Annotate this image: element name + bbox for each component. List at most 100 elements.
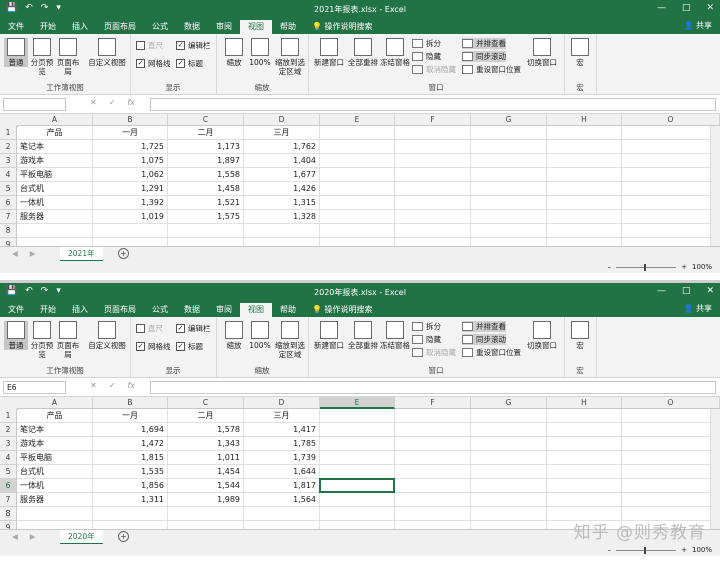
prev-sheet-icon[interactable]: ◀ [12,249,18,258]
cell[interactable] [547,451,622,465]
cell[interactable] [320,154,395,168]
cell[interactable]: 1,392 [93,196,168,210]
cell[interactable]: 1,815 [93,451,168,465]
row-header[interactable]: 9 [0,521,17,529]
tab-1[interactable]: 开始 [32,20,64,34]
column-header[interactable]: A [17,114,93,126]
hide-button[interactable]: 隐藏 [412,334,441,345]
cell[interactable]: 1,472 [93,437,168,451]
share-button[interactable]: 👤 共享 [683,20,712,31]
cell[interactable]: 1,343 [168,437,244,451]
tab-3[interactable]: 页面布局 [96,20,144,34]
column-header[interactable]: O [622,114,720,126]
cell[interactable] [395,224,471,238]
cell[interactable]: 1,558 [168,168,244,182]
cell[interactable] [395,196,471,210]
side-by-side-button[interactable]: 并排查看 [462,38,506,49]
zoom-level[interactable]: 100% [692,263,712,271]
cell[interactable]: 1,417 [244,423,320,437]
spreadsheet-grid[interactable]: A B C D E F G H O 1 产品 一月 二月 三月 2 笔记本 1,694 1,578 1,417 3 游戏… [0,397,720,529]
cell[interactable] [395,479,471,493]
cell[interactable]: 1,454 [168,465,244,479]
cell[interactable]: 一月 [93,126,168,140]
cell[interactable] [320,224,395,238]
cell[interactable] [320,451,395,465]
row-header[interactable]: 5 [0,465,17,479]
tab-0[interactable]: 文件 [0,303,32,317]
cell[interactable]: 1,739 [244,451,320,465]
cell[interactable] [395,521,471,529]
column-header[interactable]: H [547,114,622,126]
cancel-icon[interactable]: ✕ [90,381,97,390]
cell[interactable]: 1,311 [93,493,168,507]
cell[interactable]: 1,291 [93,182,168,196]
close-icon[interactable]: ✕ [706,3,714,13]
column-header[interactable]: F [395,114,471,126]
cell[interactable]: 1,075 [93,154,168,168]
freeze-panes-button[interactable]: 冻结窗格 [380,321,410,350]
column-header[interactable]: A [17,397,93,409]
cell[interactable] [622,409,720,423]
switch-window-button[interactable]: 切换窗口 [524,321,560,350]
cell[interactable] [622,224,720,238]
cell[interactable] [547,154,622,168]
view-button-0[interactable]: 普通 [4,321,28,350]
cell[interactable] [547,182,622,196]
cell[interactable] [320,507,395,521]
cell[interactable] [547,238,622,246]
cell[interactable]: 1,785 [244,437,320,451]
cell[interactable] [320,493,395,507]
view-button-1[interactable]: 分页预览 [30,38,54,76]
side-by-side-button[interactable]: 并排查看 [462,321,506,332]
cell[interactable]: 1,458 [168,182,244,196]
cell[interactable]: 1,315 [244,196,320,210]
column-header[interactable]: C [168,114,244,126]
cell[interactable]: 1,762 [244,140,320,154]
row-header[interactable]: 6 [0,479,17,493]
minimize-icon[interactable]: — [657,3,666,13]
column-header[interactable]: G [471,397,547,409]
row-header[interactable]: 3 [0,154,17,168]
cell[interactable]: 三月 [244,409,320,423]
headings-checkbox[interactable]: ✓ 标题 [176,341,203,352]
add-sheet-icon[interactable]: + [118,531,129,542]
cell[interactable] [320,423,395,437]
tab-7[interactable]: 视图 [240,303,272,317]
row-header[interactable]: 7 [0,493,17,507]
sheet-tab[interactable]: 2021年 [60,247,103,262]
zoom-out-icon[interactable]: – [608,546,612,554]
cell[interactable] [395,437,471,451]
cell[interactable]: 台式机 [17,182,93,196]
cell[interactable] [395,182,471,196]
cell[interactable] [622,479,720,493]
cell[interactable] [395,409,471,423]
cell[interactable] [471,507,547,521]
zoom-slider[interactable] [616,546,677,554]
cell[interactable]: 1,426 [244,182,320,196]
maximize-icon[interactable]: □ [682,286,691,296]
row-header[interactable]: 8 [0,224,17,238]
gridlines-checkbox[interactable]: ✓ 网格线 [136,341,171,352]
cell[interactable]: 一体机 [17,479,93,493]
cell[interactable] [547,493,622,507]
tab-2[interactable]: 插入 [64,303,96,317]
cell[interactable]: 一体机 [17,196,93,210]
cell[interactable] [168,507,244,521]
cell[interactable]: 二月 [168,409,244,423]
cell[interactable]: 台式机 [17,465,93,479]
row-header[interactable]: 3 [0,437,17,451]
cell[interactable] [547,224,622,238]
cell[interactable] [471,168,547,182]
cell[interactable] [547,196,622,210]
next-sheet-icon[interactable]: ▶ [30,532,36,541]
cell[interactable] [471,154,547,168]
tab-8[interactable]: 帮助 [272,20,304,34]
cell[interactable] [547,437,622,451]
cell[interactable]: 1,535 [93,465,168,479]
unhide-button[interactable]: 取消隐藏 [412,64,456,75]
cell[interactable] [471,238,547,246]
cell[interactable] [395,423,471,437]
column-header[interactable]: E [320,114,395,126]
row-header[interactable]: 1 [0,409,17,423]
next-sheet-icon[interactable]: ▶ [30,249,36,258]
